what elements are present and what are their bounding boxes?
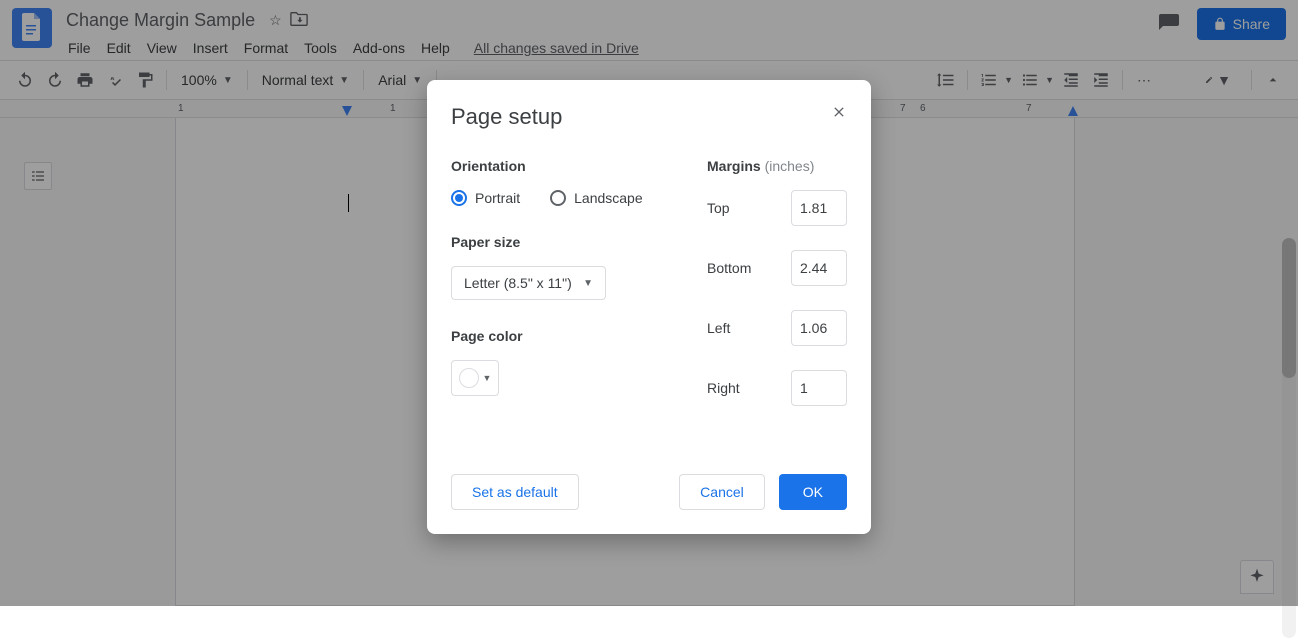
paper-size-label: Paper size: [451, 234, 667, 250]
margin-right-label: Right: [707, 380, 740, 396]
color-swatch-icon: [459, 368, 479, 388]
margin-top-input[interactable]: [791, 190, 847, 226]
orientation-portrait-radio[interactable]: Portrait: [451, 190, 520, 206]
margin-right-input[interactable]: [791, 370, 847, 406]
dialog-title: Page setup: [451, 104, 847, 130]
close-button[interactable]: [827, 100, 851, 124]
orientation-label: Orientation: [451, 158, 667, 174]
chevron-down-icon: ▼: [483, 373, 492, 383]
margin-left-input[interactable]: [791, 310, 847, 346]
margin-bottom-input[interactable]: [791, 250, 847, 286]
radio-unchecked-icon: [550, 190, 566, 206]
page-color-label: Page color: [451, 328, 667, 344]
page-color-select[interactable]: ▼: [451, 360, 499, 396]
margin-left-label: Left: [707, 320, 730, 336]
page-setup-dialog: Page setup Orientation Portrait Landscap…: [427, 80, 871, 534]
cancel-button[interactable]: Cancel: [679, 474, 765, 510]
margin-bottom-label: Bottom: [707, 260, 751, 276]
modal-overlay: Page setup Orientation Portrait Landscap…: [0, 0, 1298, 606]
ok-button[interactable]: OK: [779, 474, 847, 510]
paper-size-select[interactable]: Letter (8.5" x 11") ▼: [451, 266, 606, 300]
margin-top-label: Top: [707, 200, 730, 216]
radio-checked-icon: [451, 190, 467, 206]
margins-label: Margins (inches): [707, 158, 847, 174]
orientation-landscape-radio[interactable]: Landscape: [550, 190, 643, 206]
set-default-button[interactable]: Set as default: [451, 474, 579, 510]
close-icon: [831, 104, 847, 120]
chevron-down-icon: ▼: [583, 278, 593, 289]
